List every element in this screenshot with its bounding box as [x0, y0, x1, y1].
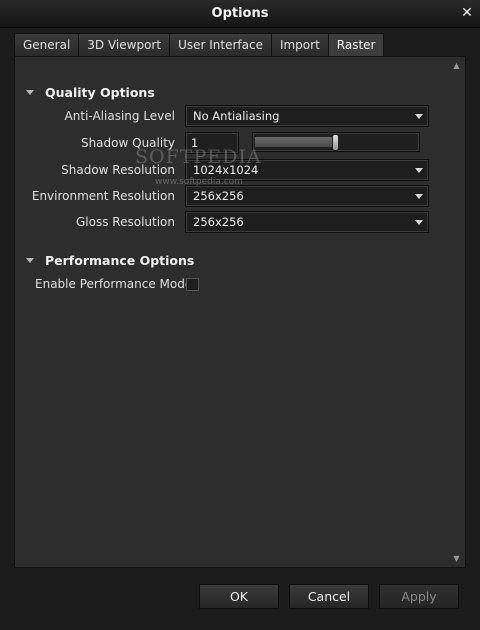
title-bar: Options ✕	[0, 0, 480, 28]
performance-options-title: Performance Options	[45, 252, 195, 268]
slider-fill	[255, 137, 336, 147]
gloss-resolution-label: Gloss Resolution	[76, 215, 175, 229]
quality-options-title: Quality Options	[45, 84, 155, 100]
collapse-arrow-icon	[26, 257, 34, 263]
gloss-resolution-select[interactable]: 256x256	[185, 211, 429, 233]
quality-options-header[interactable]: Quality Options	[26, 84, 155, 100]
tab-bar: General 3D Viewport User Interface Impor…	[14, 33, 385, 57]
shadow-quality-slider[interactable]	[252, 132, 420, 152]
tab-raster[interactable]: Raster	[327, 33, 385, 57]
ok-button[interactable]: OK	[199, 584, 279, 609]
collapse-arrow-icon	[26, 89, 34, 95]
tab-general[interactable]: General	[14, 33, 79, 57]
window-title: Options	[211, 6, 269, 21]
tab-import[interactable]: Import	[270, 33, 328, 57]
tab-3d-viewport[interactable]: 3D Viewport	[78, 33, 170, 57]
chevron-down-icon	[415, 220, 423, 225]
chevron-down-icon	[415, 194, 423, 199]
slider-handle[interactable]	[332, 134, 339, 151]
gloss-resolution-value: 256x256	[193, 215, 244, 229]
enable-performance-mode-label: Enable Performance Mode	[35, 277, 193, 291]
apply-button[interactable]: Apply	[379, 584, 459, 609]
environment-resolution-select[interactable]: 256x256	[185, 185, 429, 207]
anti-aliasing-label: Anti-Aliasing Level	[64, 109, 175, 123]
performance-options-header[interactable]: Performance Options	[26, 252, 194, 268]
cancel-button[interactable]: Cancel	[289, 584, 369, 609]
scroll-up-icon[interactable]: ▲	[452, 61, 461, 70]
close-icon[interactable]: ✕	[458, 4, 476, 22]
anti-aliasing-value: No Antialiasing	[193, 109, 280, 123]
chevron-down-icon	[415, 114, 423, 119]
enable-performance-mode-checkbox[interactable]	[186, 278, 199, 291]
environment-resolution-value: 256x256	[193, 189, 244, 203]
anti-aliasing-select[interactable]: No Antialiasing	[185, 105, 429, 127]
environment-resolution-label: Environment Resolution	[31, 189, 175, 203]
tab-user-interface[interactable]: User Interface	[169, 33, 271, 57]
softpedia-watermark-url: www.softpedia.com	[155, 177, 243, 187]
softpedia-watermark: SOFTPEDIA	[135, 146, 262, 168]
scroll-down-icon[interactable]: ▼	[452, 554, 461, 563]
chevron-down-icon	[415, 168, 423, 173]
